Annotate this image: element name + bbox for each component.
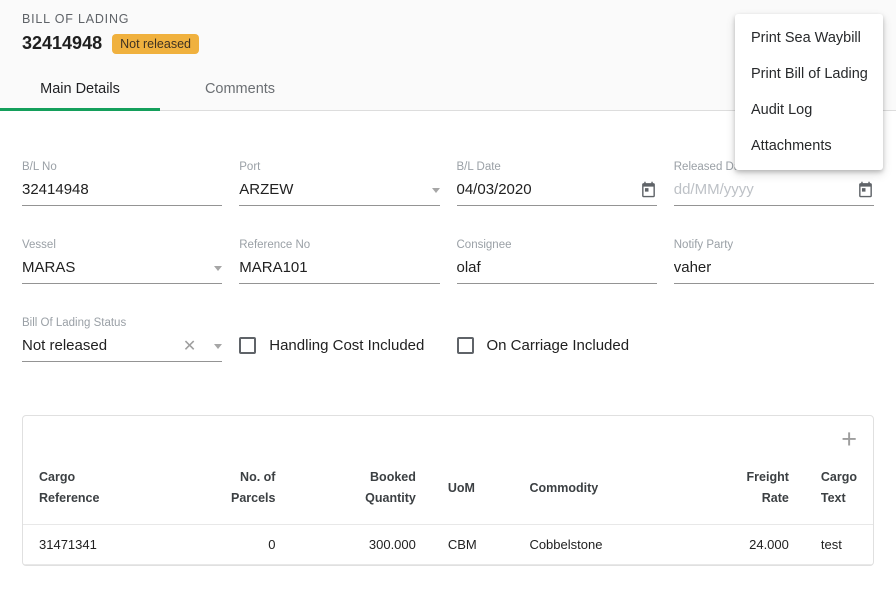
tab-comments[interactable]: Comments [160,68,320,110]
cell-freight-rate: 24.000 [666,524,805,564]
actions-menu: Print Sea Waybill Print Bill of Lading A… [735,14,883,170]
reference-no-input[interactable] [239,255,439,282]
chevron-down-icon [214,266,222,271]
on-carriage-checkbox[interactable]: On Carriage Included [457,337,657,362]
reference-no-label: Reference No [239,239,439,251]
menu-item-print-bill-of-lading[interactable]: Print Bill of Lading [735,56,883,92]
col-no-of-parcels: No. of Parcels [199,457,291,524]
col-uom: UoM [432,457,514,524]
bl-status-label: Bill Of Lading Status [22,317,222,329]
field-bl-date: B/L Date [457,161,657,206]
field-vessel: Vessel MARAS [22,239,222,284]
table-row[interactable]: 31471341 0 300.000 CBM Cobbelstone 24.00… [23,524,873,564]
col-freight-rate: Freight Rate [666,457,805,524]
field-bl-no: B/L No [22,161,222,206]
clear-icon[interactable]: ✕ [183,339,196,355]
notify-party-label: Notify Party [674,239,874,251]
col-cargo-text: Cargo Text [805,457,873,524]
bl-no-label: B/L No [22,161,222,173]
handling-cost-label: Handling Cost Included [269,337,424,354]
menu-item-audit-log[interactable]: Audit Log [735,92,883,128]
consignee-label: Consignee [457,239,657,251]
handling-cost-checkbox[interactable]: Handling Cost Included [239,337,439,362]
status-badge: Not released [112,34,199,54]
bl-status-value: Not released [22,333,183,360]
field-reference-no: Reference No [239,239,439,284]
field-port: Port ARZEW [239,161,439,206]
cargo-table-card: + Cargo Reference No. of Parcels Booked … [22,415,874,566]
notify-party-input[interactable] [674,255,874,282]
bl-date-label: B/L Date [457,161,657,173]
cell-uom: CBM [432,524,514,564]
bill-of-lading-page: BILL OF LADING 32414948 Not released Mai… [0,0,896,599]
port-label: Port [239,161,439,173]
cell-commodity: Cobbelstone [513,524,665,564]
field-consignee: Consignee [457,239,657,284]
cell-cargo-reference: 31471341 [23,524,199,564]
add-cargo-button[interactable]: + [841,426,857,453]
cell-booked-quantity: 300.000 [291,524,431,564]
cell-no-of-parcels: 0 [199,524,291,564]
consignee-input[interactable] [457,255,657,282]
field-bl-status: Bill Of Lading Status Not released ✕ [22,317,222,362]
checkbox-icon[interactable] [457,337,474,354]
vessel-value: MARAS [22,255,208,282]
bl-status-select[interactable]: Not released ✕ [22,332,222,362]
col-cargo-reference: Cargo Reference [23,457,199,524]
bl-date-input[interactable] [457,177,640,204]
calendar-icon[interactable] [640,181,657,200]
chevron-down-icon [432,188,440,193]
port-value: ARZEW [239,177,425,204]
bl-no-input[interactable] [22,177,222,204]
cargo-table: Cargo Reference No. of Parcels Booked Qu… [23,457,873,565]
released-date-input[interactable] [674,177,857,204]
cell-cargo-text: test [805,524,873,564]
port-select[interactable]: ARZEW [239,176,439,206]
menu-item-print-sea-waybill[interactable]: Print Sea Waybill [735,20,883,56]
vessel-label: Vessel [22,239,222,251]
on-carriage-label: On Carriage Included [487,337,630,354]
field-notify-party: Notify Party [674,239,874,284]
tab-main-details[interactable]: Main Details [0,68,160,110]
document-number: 32414948 [22,33,102,54]
menu-item-attachments[interactable]: Attachments [735,128,883,164]
vessel-select[interactable]: MARAS [22,254,222,284]
col-commodity: Commodity [513,457,665,524]
calendar-icon[interactable] [857,181,874,200]
checkbox-icon[interactable] [239,337,256,354]
col-booked-quantity: Booked Quantity [291,457,431,524]
chevron-down-icon [214,344,222,349]
